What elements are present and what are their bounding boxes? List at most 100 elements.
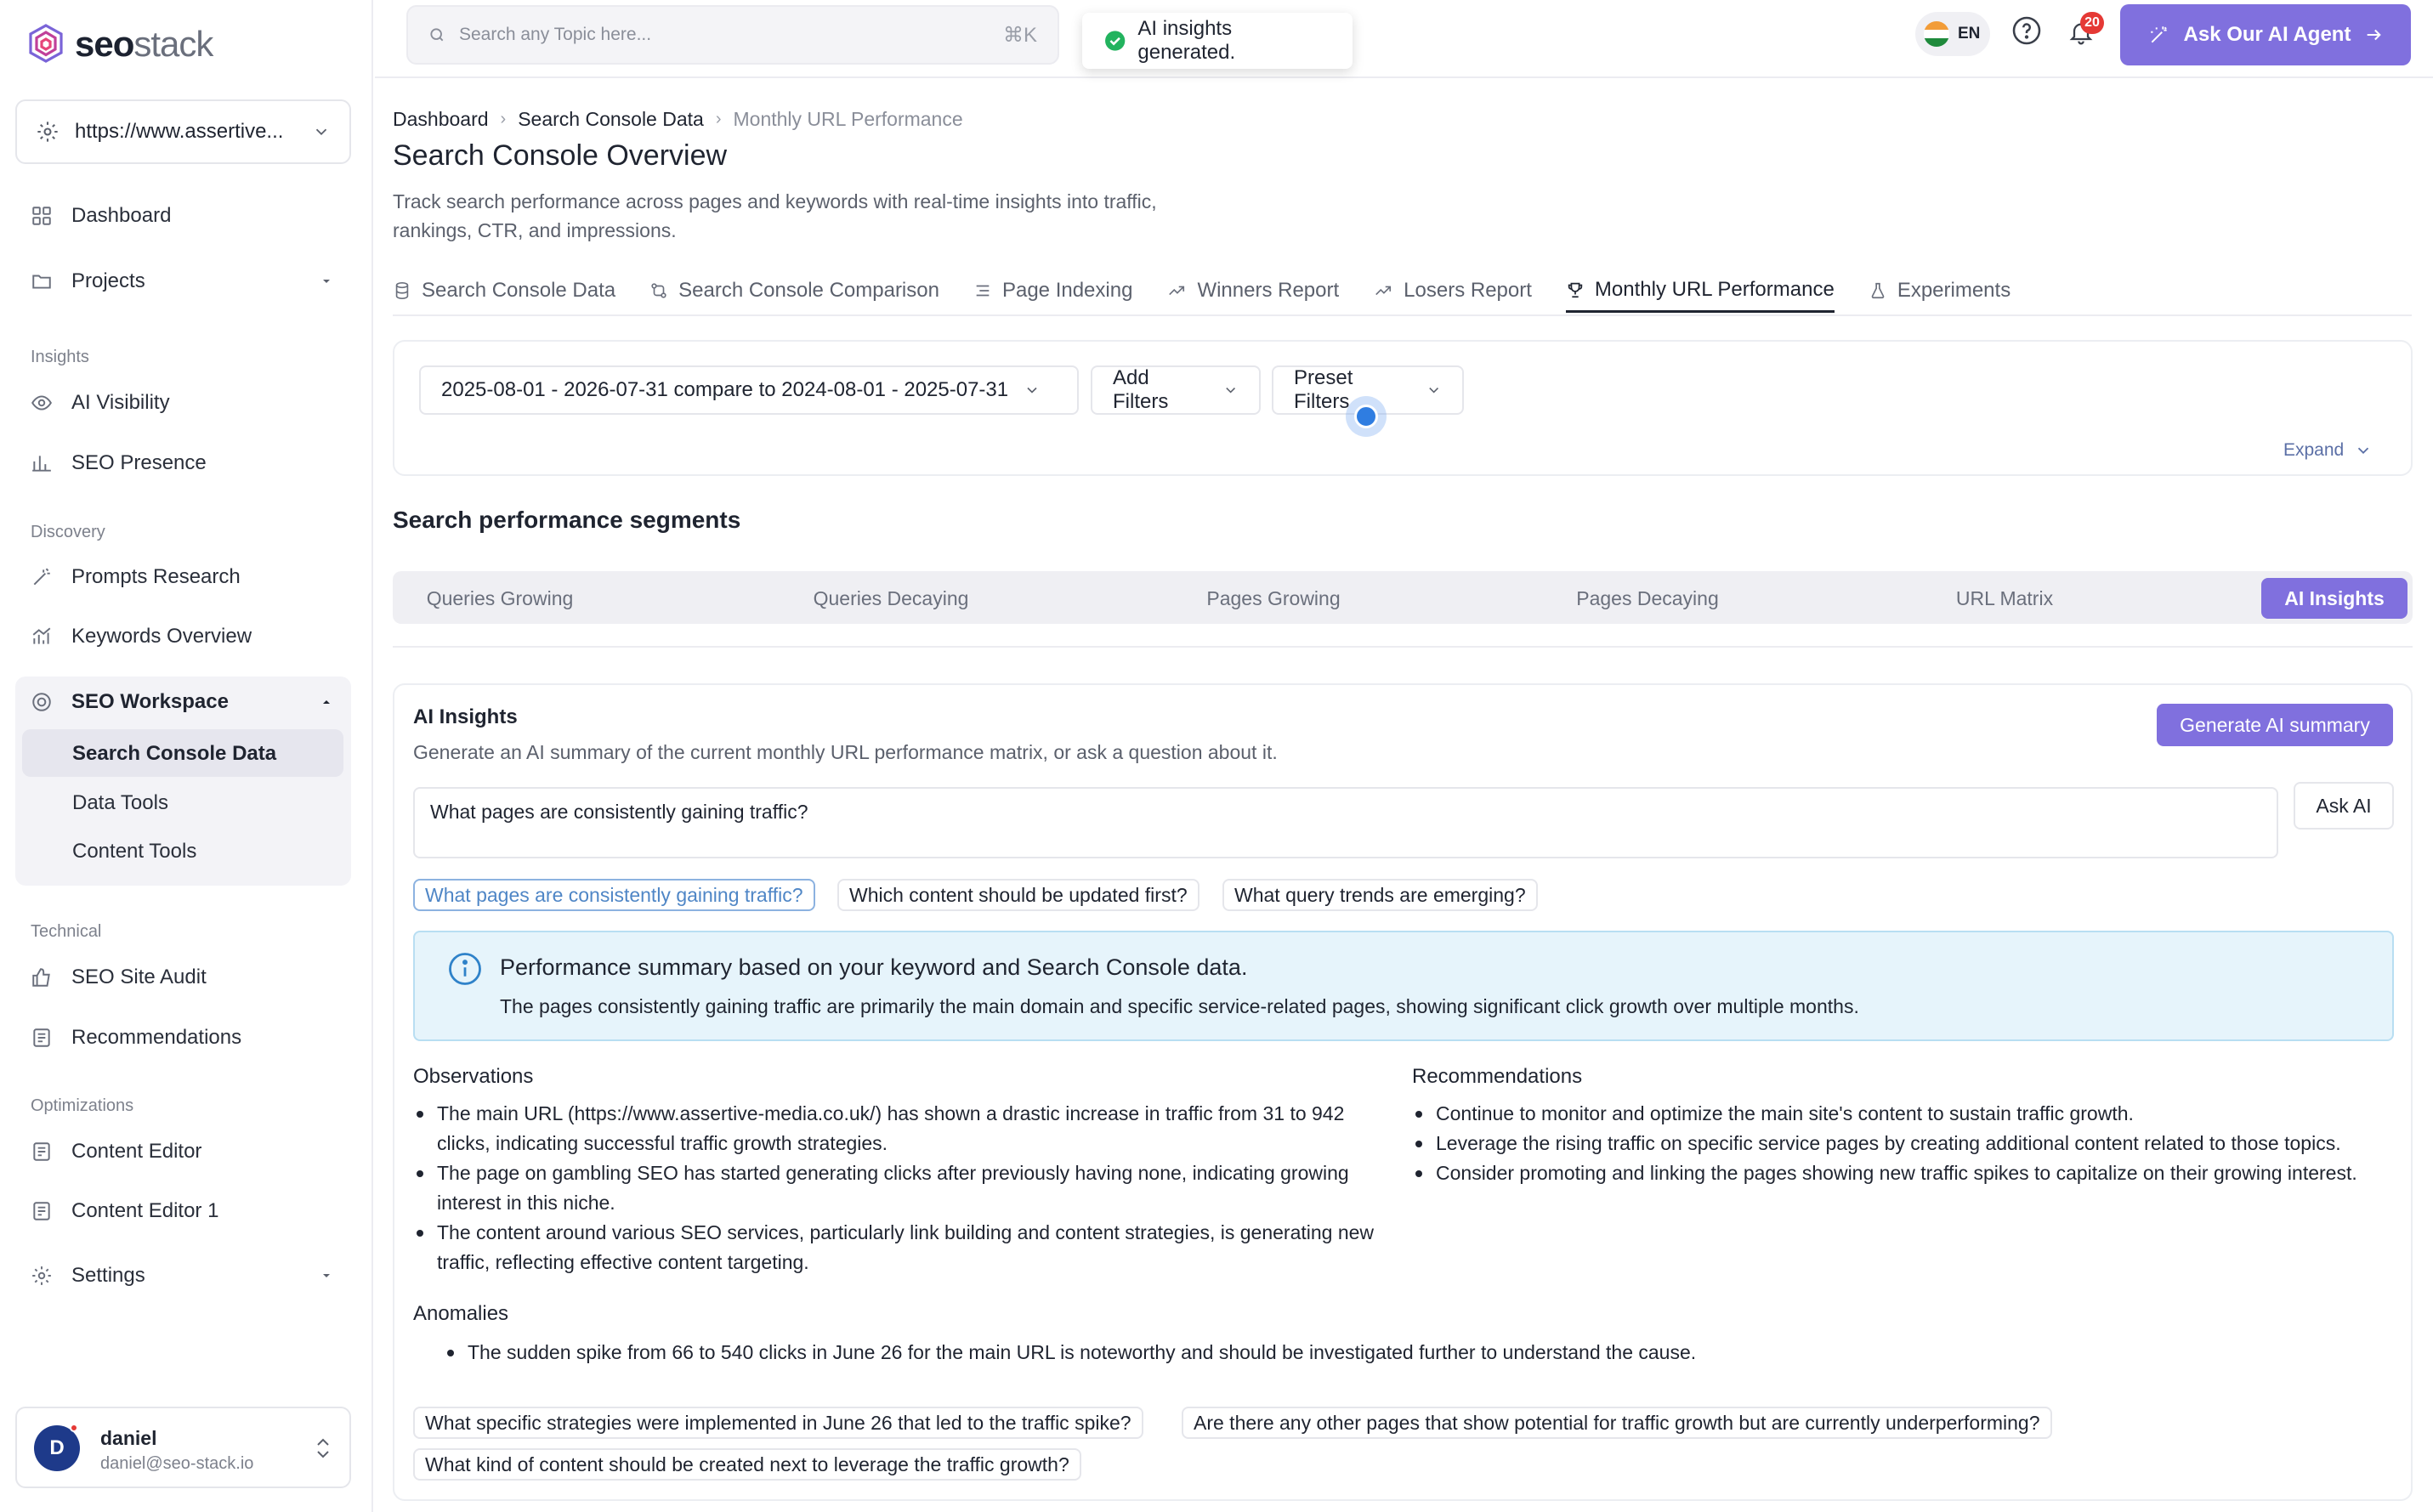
nav-seo-presence[interactable]: SEO Presence bbox=[31, 451, 207, 475]
tab-monthly-url-performance[interactable]: Monthly URL Performance bbox=[1565, 274, 1835, 313]
editor-icon bbox=[33, 1142, 50, 1161]
observation-item: The page on gambling SEO has started gen… bbox=[413, 1158, 1382, 1218]
magic-wand-icon bbox=[33, 568, 50, 586]
ai-insights-subtitle: Generate an AI summary of the current mo… bbox=[413, 741, 1278, 763]
search-placeholder: Search any Topic here... bbox=[459, 25, 652, 44]
nav-projects[interactable]: Projects bbox=[31, 269, 333, 293]
date-range-picker[interactable]: 2025-08-01 - 2026-07-31 compare to 2024-… bbox=[419, 365, 1079, 415]
nav-prompts-research-label: Prompts Research bbox=[71, 565, 241, 588]
observations-heading: Observations bbox=[413, 1065, 534, 1088]
nav-content-tools[interactable]: Content Tools bbox=[72, 840, 196, 864]
info-icon bbox=[449, 953, 481, 985]
ask-ai-button[interactable]: Ask AI bbox=[2294, 782, 2394, 830]
toast-message: AI insights generated. bbox=[1137, 17, 1236, 64]
nav-search-console-data[interactable]: Search Console Data bbox=[72, 742, 276, 766]
nav-dashboard-label: Dashboard bbox=[71, 204, 172, 227]
user-card[interactable]: D daniel daniel@seo-stack.io bbox=[15, 1407, 351, 1488]
site-selector[interactable]: https://www.assertive... bbox=[15, 99, 351, 164]
folder-icon bbox=[32, 275, 51, 289]
suggestion-chip[interactable]: Which content should be updated first? bbox=[837, 879, 1199, 911]
help-icon[interactable] bbox=[2011, 15, 2042, 46]
git-compare-icon bbox=[651, 283, 666, 298]
breadcrumb-dashboard[interactable]: Dashboard bbox=[393, 108, 489, 131]
segment-pages-decaying[interactable]: Pages Decaying bbox=[1547, 578, 1748, 619]
nav-settings[interactable]: Settings bbox=[31, 1264, 333, 1288]
ask-ai-agent-button[interactable]: Ask Our AI Agent bbox=[2120, 4, 2411, 65]
nav-seo-site-audit[interactable]: SEO Site Audit bbox=[31, 966, 207, 989]
chevron-down-icon bbox=[1428, 388, 1438, 394]
breadcrumb-search-console-data[interactable]: Search Console Data bbox=[518, 108, 704, 131]
suggestion-chip[interactable]: What query trends are emerging? bbox=[1222, 879, 1538, 911]
database-icon bbox=[395, 282, 409, 299]
search-input[interactable]: Search any Topic here... ⌘K bbox=[406, 5, 1059, 65]
followup-chip[interactable]: What kind of content should be created n… bbox=[413, 1448, 1081, 1481]
nav-seo-workspace[interactable]: SEO Workspace bbox=[31, 690, 333, 714]
trend-chart-icon bbox=[32, 627, 51, 644]
nav-data-tools[interactable]: Data Tools bbox=[72, 791, 168, 815]
segment-pages-growing[interactable]: Pages Growing bbox=[1173, 578, 1374, 619]
tab-label: Page Indexing bbox=[1001, 279, 1133, 302]
arrow-right-icon bbox=[2368, 29, 2382, 41]
segment-queries-growing[interactable]: Queries Growing bbox=[400, 578, 600, 619]
nav-keywords-overview[interactable]: Keywords Overview bbox=[31, 625, 252, 648]
generate-ai-summary-button[interactable]: Generate AI summary bbox=[2157, 704, 2393, 746]
workspace-icon bbox=[32, 693, 51, 711]
summary-title: Performance summary based on your keywor… bbox=[500, 954, 1248, 980]
nav-ai-visibility-label: AI Visibility bbox=[71, 391, 170, 414]
segment-queries-decaying[interactable]: Queries Decaying bbox=[791, 578, 991, 619]
nav-dashboard[interactable]: Dashboard bbox=[31, 204, 171, 228]
nav-recommendations[interactable]: Recommendations bbox=[31, 1026, 241, 1050]
tab-search-console-comparison[interactable]: Search Console Comparison bbox=[649, 274, 939, 313]
tab-experiments[interactable]: Experiments bbox=[1869, 274, 2010, 313]
suggestion-chip[interactable]: What pages are consistently gaining traf… bbox=[413, 879, 815, 911]
recommendations-list: Continue to monitor and optimize the mai… bbox=[1412, 1099, 2394, 1188]
brand-logo[interactable]: seostack bbox=[26, 22, 213, 66]
recommendation-item: Leverage the rising traffic on specific … bbox=[1412, 1129, 2394, 1158]
nav-prompts-research[interactable]: Prompts Research bbox=[31, 565, 241, 589]
page-description: Track search performance across pages an… bbox=[393, 190, 1157, 241]
expand-label: Expand bbox=[2283, 440, 2345, 460]
nav-content-editor-1[interactable]: Content Editor 1 bbox=[31, 1199, 218, 1223]
nav-projects-label: Projects bbox=[71, 269, 145, 292]
chevron-down-icon bbox=[1027, 387, 1037, 394]
nav-content-editor[interactable]: Content Editor bbox=[31, 1140, 201, 1164]
chevron-down-icon bbox=[1225, 388, 1235, 394]
ai-insights-title: AI Insights bbox=[413, 705, 518, 728]
trophy-icon bbox=[1568, 282, 1583, 297]
thumbs-up-icon bbox=[32, 968, 50, 987]
tab-search-console-data[interactable]: Search Console Data bbox=[393, 274, 615, 313]
add-filters-label: Add Filters bbox=[1113, 366, 1169, 413]
bar-chart-icon bbox=[32, 456, 51, 472]
language-selector[interactable]: EN bbox=[1915, 12, 1990, 56]
sidebar: seostack https://www.assertive... Dashbo… bbox=[0, 0, 373, 1512]
tab-winners-report[interactable]: Winners Report bbox=[1166, 274, 1339, 313]
tab-losers-report[interactable]: Losers Report bbox=[1373, 274, 1532, 313]
segments-divider bbox=[393, 646, 2413, 648]
user-email: daniel@seo-stack.io bbox=[100, 1454, 254, 1473]
site-selector-value: https://www.assertive... bbox=[75, 120, 284, 143]
section-label-insights: Insights bbox=[31, 348, 89, 366]
brand-name: seostack bbox=[75, 24, 213, 64]
segment-url-matrix[interactable]: URL Matrix bbox=[1904, 578, 2105, 619]
followup-chip[interactable]: What specific strategies were implemente… bbox=[413, 1407, 1143, 1439]
tab-label: Losers Report bbox=[1404, 279, 1532, 302]
trending-up-icon bbox=[1169, 286, 1185, 296]
expand-filters-button[interactable]: Expand bbox=[2283, 440, 2373, 461]
add-filters-button[interactable]: Add Filters bbox=[1091, 365, 1261, 415]
nav-ai-visibility[interactable]: AI Visibility bbox=[31, 391, 170, 415]
section-label-technical: Technical bbox=[31, 922, 102, 941]
logo-icon bbox=[29, 24, 63, 63]
segment-ai-insights[interactable]: AI Insights bbox=[2261, 578, 2407, 619]
gear-icon bbox=[37, 122, 58, 142]
followup-chip[interactable]: Are there any other pages that show pote… bbox=[1182, 1407, 2052, 1439]
nav-settings-label: Settings bbox=[71, 1264, 145, 1287]
question-textarea[interactable]: What pages are consistently gaining traf… bbox=[413, 787, 2278, 858]
breadcrumb-separator-icon: › bbox=[715, 110, 722, 128]
report-tabs: Search Console Data Search Console Compa… bbox=[393, 274, 2010, 313]
tab-page-indexing[interactable]: Page Indexing bbox=[973, 274, 1132, 313]
tab-label: Winners Report bbox=[1197, 279, 1340, 302]
chevron-down-icon bbox=[2358, 447, 2369, 455]
caret-down-icon bbox=[323, 280, 330, 283]
anomalies-list: The sudden spike from 66 to 540 clicks i… bbox=[444, 1338, 2314, 1368]
breadcrumb-current: Monthly URL Performance bbox=[733, 108, 963, 130]
